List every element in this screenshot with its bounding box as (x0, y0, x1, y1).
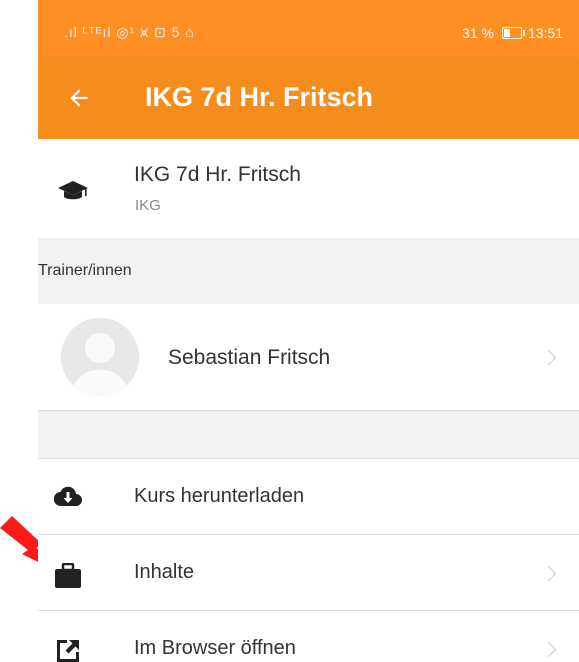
app-bar: IKG 7d Hr. Fritsch (38, 58, 579, 139)
briefcase-icon (55, 563, 81, 588)
chevron-right-icon (540, 349, 557, 366)
default-avatar-icon (61, 318, 139, 396)
phone-screen: .ıl ᴸᵀᴱıl ◎¹ ⩙ ⊡ 5 ⌂ 31 % 13:51 IKG 7d H… (38, 0, 579, 662)
battery-percent: 31 % (462, 25, 494, 41)
open-in-browser-item[interactable]: Im Browser öffnen (38, 611, 579, 662)
course-header: IKG 7d Hr. Fritsch IKG (38, 139, 579, 239)
chevron-right-icon (540, 565, 557, 582)
section-spacer (38, 411, 579, 459)
arrow-left-icon[interactable] (66, 80, 100, 114)
status-right: 31 % 13:51 (462, 25, 563, 41)
battery-icon (501, 27, 525, 39)
section-label: Trainer/innen (38, 262, 132, 279)
trainers-section-header: Trainer/innen (38, 238, 579, 305)
trainer-name: Sebastian Fritsch (168, 346, 331, 369)
menu-label: Inhalte (134, 561, 195, 583)
graduation-cap-icon (58, 181, 88, 200)
clock: 13:51 (527, 25, 563, 41)
course-subtitle: IKG (135, 197, 161, 214)
menu-label: Im Browser öffnen (134, 637, 296, 659)
cloud-download-icon (54, 486, 82, 507)
menu-label: Kurs herunterladen (134, 485, 305, 507)
status-bar: .ıl ᴸᵀᴱıl ◎¹ ⩙ ⊡ 5 ⌂ 31 % 13:51 (38, 0, 579, 58)
contents-item[interactable]: Inhalte (38, 535, 579, 611)
download-course-item[interactable]: Kurs herunterladen (38, 459, 579, 535)
trainer-row[interactable]: Sebastian Fritsch (38, 304, 579, 411)
page-title: IKG 7d Hr. Fritsch (145, 82, 374, 112)
status-icons: .ıl ᴸᵀᴱıl ◎¹ ⩙ ⊡ 5 ⌂ (64, 24, 195, 40)
external-link-icon (57, 640, 79, 662)
course-title: IKG 7d Hr. Fritsch (134, 163, 301, 186)
chevron-right-icon (540, 641, 557, 658)
